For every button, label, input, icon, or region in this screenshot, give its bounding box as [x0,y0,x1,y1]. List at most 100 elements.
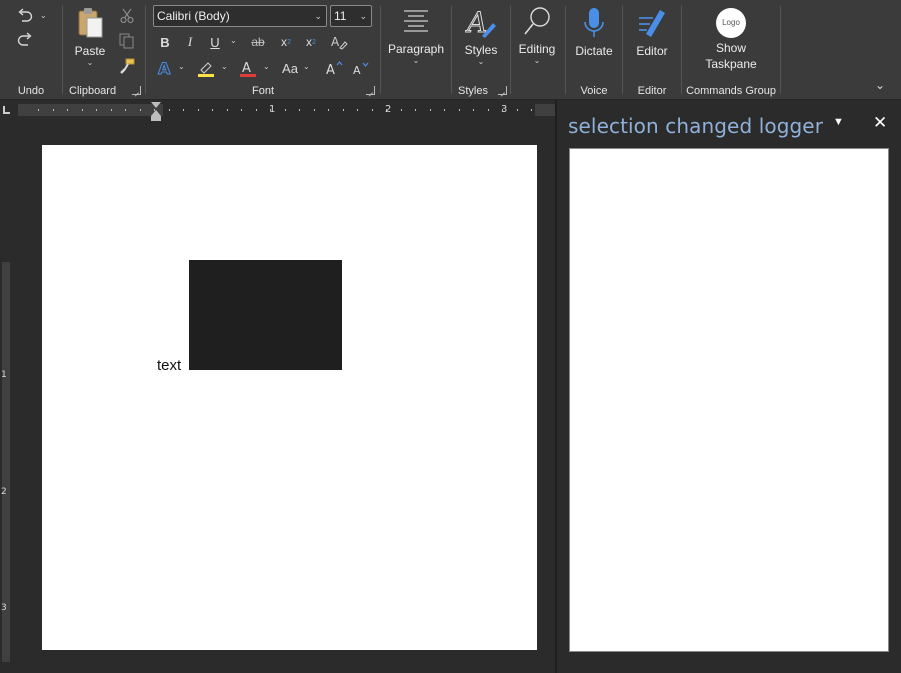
task-pane-content[interactable] [569,148,889,652]
ruler-tick [183,109,184,111]
font-size-dropdown[interactable]: 11 ⌄ [330,5,372,27]
undo-dropdown-icon[interactable]: ⌄ [40,11,47,20]
editing-label: Editing [518,42,556,56]
svg-text:A: A [353,64,361,76]
styles-icon: A [464,6,496,40]
styles-dialog-launcher-icon[interactable] [498,86,507,95]
undo-group: ⌄ Undo [0,0,62,100]
svg-text:A: A [331,35,340,49]
ruler-tick [154,109,155,111]
svg-text:A: A [158,59,171,77]
task-pane-options-icon[interactable]: ▼ [833,116,847,130]
format-painter-icon[interactable] [117,57,137,75]
underline-dropdown-icon[interactable]: ⌄ [230,36,237,45]
ruler-tick [53,109,54,111]
ruler-tick [328,109,329,111]
ruler-tick [459,109,460,111]
shrink-font-icon[interactable]: A [350,58,370,78]
ruler-tick [343,109,344,111]
chevron-down-icon: ⌄ [314,11,322,21]
bold-button[interactable]: B [156,33,174,51]
underline-button[interactable]: U [206,33,224,51]
rectangle-shape[interactable] [189,260,342,370]
ruler-tick [517,109,518,111]
vertical-ruler-number: 3 [1,603,7,613]
clipboard-dialog-launcher-icon[interactable] [132,86,141,95]
close-icon[interactable]: ✕ [873,113,887,132]
clipboard-group: Paste ⌄ Clipboard [63,0,145,100]
styles-button[interactable]: A Styles ⌄ [458,6,504,67]
italic-button[interactable]: I [181,33,199,51]
change-case-button[interactable]: Aa [279,58,301,78]
paste-dropdown-icon[interactable]: ⌄ [69,58,111,67]
ruler-tick [357,109,358,111]
redo-icon[interactable] [14,31,36,49]
vertical-ruler[interactable] [0,122,14,667]
chevron-down-icon: ⌄ [359,11,367,21]
font-color-dropdown-icon[interactable]: ⌄ [263,62,270,71]
text-effects-icon[interactable]: A [154,58,176,78]
ruler-number: 2 [385,104,392,115]
editor-pen-icon [639,10,665,37]
ruler-tick [299,109,300,111]
vertical-ruler-number: 2 [1,487,7,497]
tab-selector-icon[interactable] [3,106,10,114]
paragraph-group: Paragraph ⌄ [381,0,451,100]
ruler-tick [488,109,489,111]
editor-group: Editor Editor [623,0,681,100]
paste-label: Paste [74,44,106,58]
superscript-button[interactable]: x2 [302,33,320,51]
editing-button[interactable]: Editing ⌄ [513,6,561,65]
document-page[interactable] [42,145,537,650]
highlight-color-icon[interactable] [196,58,216,78]
font-group-label: Font [251,85,274,97]
ruler-number: 3 [501,104,508,115]
ruler-tick [372,109,373,111]
dictate-button[interactable]: Dictate [570,6,618,59]
ruler-tick [444,109,445,111]
change-case-dropdown-icon[interactable]: ⌄ [303,62,310,71]
status-bar [0,667,555,673]
highlight-dropdown-icon[interactable]: ⌄ [221,62,228,71]
voice-group: Dictate Voice [566,0,622,100]
font-color-icon[interactable]: A [238,58,258,78]
subscript-button[interactable]: x2 [277,33,295,51]
task-pane: selection changed logger ▼ ✕ [557,100,901,673]
indent-marker-icon[interactable] [150,102,162,122]
copy-icon[interactable] [117,32,137,50]
editing-group: Editing ⌄ [511,0,563,100]
ruler-text-area [163,104,535,116]
clear-formatting-icon[interactable]: A [329,33,349,51]
ruler-tick [314,109,315,111]
ribbon: ⌄ Undo Paste ⌄ Clipboard Calibri (Body) … [0,0,901,100]
styles-group: A Styles ⌄ Styles [452,0,510,100]
ruler-tick [67,109,68,111]
font-name-dropdown[interactable]: Calibri (Body) ⌄ [153,5,327,27]
search-icon [524,7,550,35]
show-taskpane-button[interactable]: Logo Show Taskpane [696,8,766,72]
editor-button[interactable]: Editor [627,6,677,59]
paste-button[interactable]: Paste ⌄ [69,6,111,67]
ruler-tick [111,109,112,111]
strikethrough-button[interactable]: ab [248,33,268,51]
ruler-tick [401,109,402,111]
font-dialog-launcher-icon[interactable] [366,86,375,95]
paragraph-button[interactable]: Paragraph ⌄ [385,8,447,65]
font-name-value: Calibri (Body) [157,9,230,23]
paragraph-icon [404,10,428,32]
undo-group-label: Undo [17,85,45,97]
task-pane-title: selection changed logger [568,114,824,138]
cut-icon[interactable] [117,7,137,25]
dictate-label: Dictate [575,44,613,58]
document-text[interactable]: text [157,357,181,374]
undo-icon[interactable] [14,7,36,25]
microphone-icon [584,8,604,37]
ruler-tick [227,109,228,111]
ruler-tick [473,109,474,111]
text-effects-dropdown-icon[interactable]: ⌄ [178,62,185,71]
collapse-ribbon-icon[interactable]: ⌄ [872,78,888,92]
ruler-tick [430,109,431,111]
grow-font-icon[interactable]: A [324,58,344,78]
styles-label: Styles [464,43,498,57]
chevron-down-icon: ⌄ [533,56,541,65]
